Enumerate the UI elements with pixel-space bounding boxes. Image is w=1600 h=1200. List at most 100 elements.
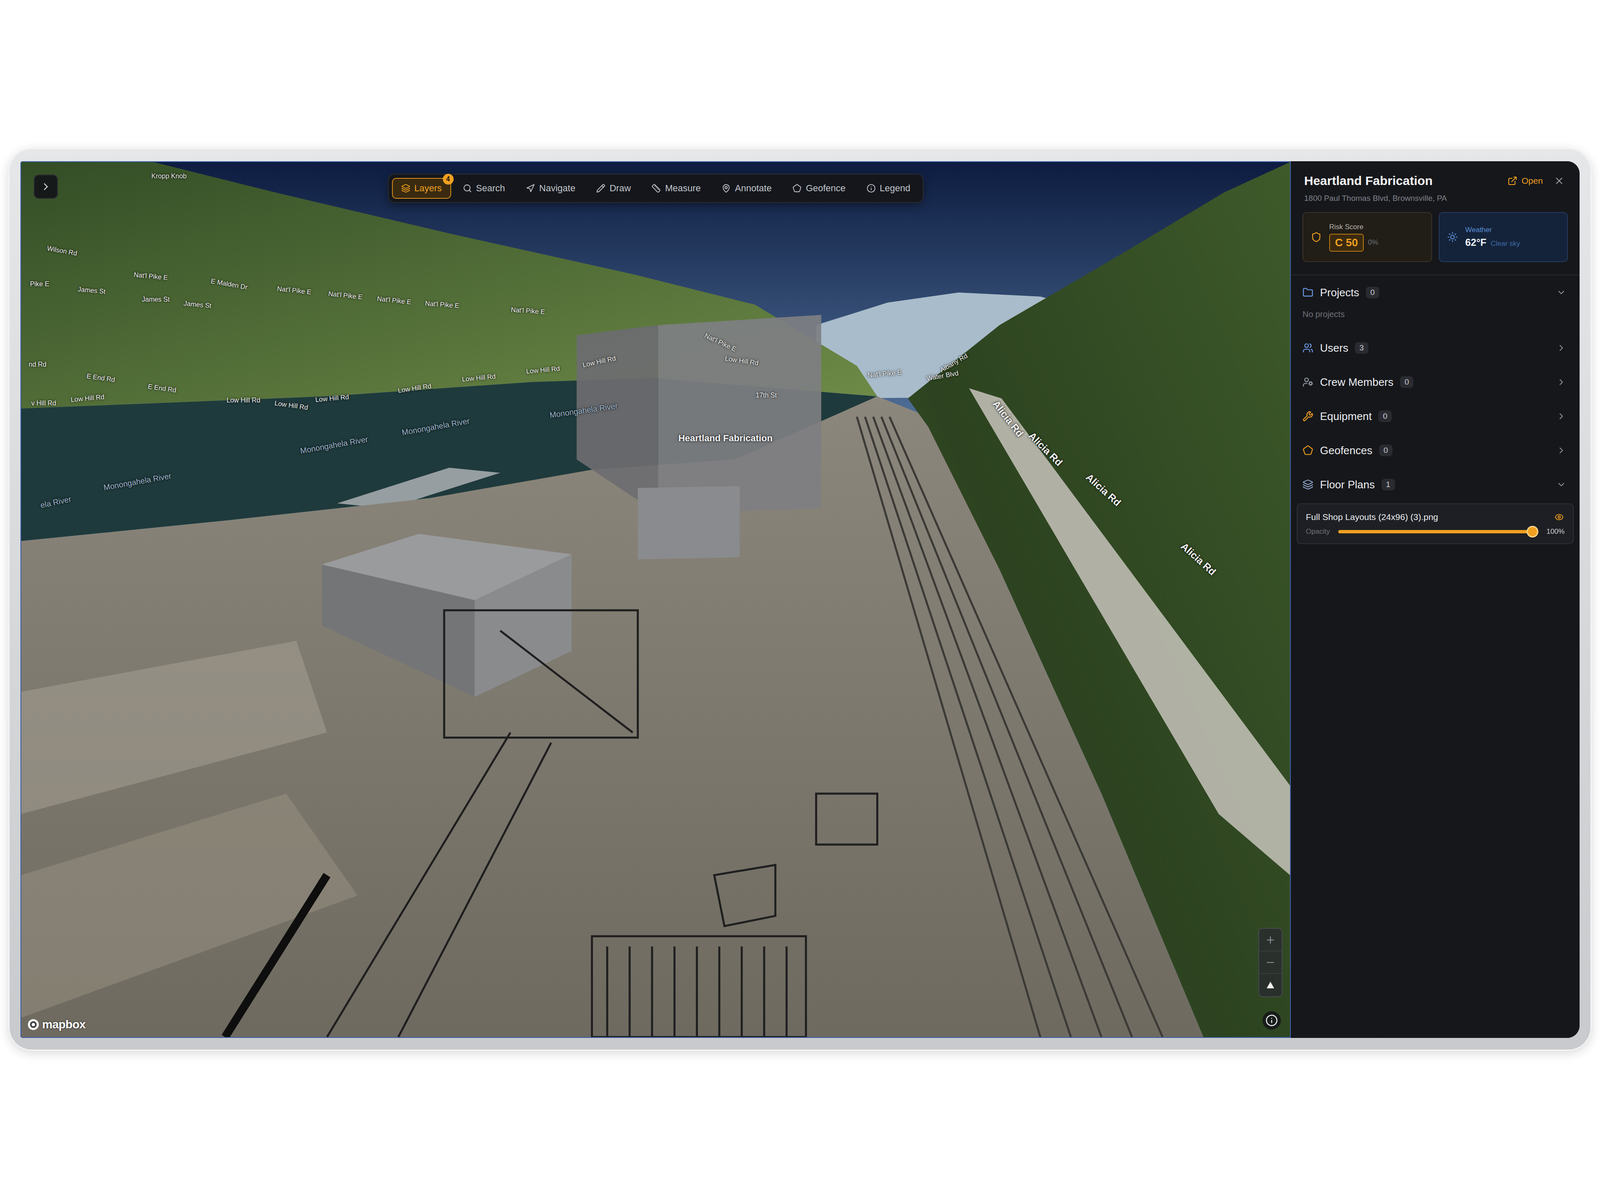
- map-label: Monongahela River: [549, 401, 619, 420]
- map-label: E Malden Dr: [210, 277, 249, 292]
- temperature: 62°F: [1465, 236, 1487, 249]
- mapbox-logo: mapbox: [27, 1017, 86, 1032]
- section-header[interactable]: Geofences0: [1290, 433, 1580, 468]
- floor-plan-list: Full Shop Layouts (24x96) (3).png Opacity…: [1290, 501, 1580, 553]
- map-label: 17th St: [755, 391, 778, 400]
- chevron-down-icon: [1556, 287, 1567, 298]
- map-label: nd Rd: [28, 361, 47, 369]
- opacity-label: Opacity: [1305, 527, 1330, 536]
- summary-cards: Risk ScoreC 500%Weather62°FClear sky: [1290, 202, 1580, 276]
- slider-thumb[interactable]: [1526, 525, 1539, 538]
- weather-condition: Clear sky: [1490, 239, 1520, 248]
- tool-icon: [866, 183, 876, 193]
- map-label: Monongahela River: [102, 471, 173, 493]
- tool-icon: [462, 183, 472, 193]
- count-badge: 0: [1379, 444, 1393, 457]
- map-label: Monongahela River: [299, 435, 369, 456]
- map-label: Alicia Rd: [990, 398, 1026, 439]
- toolbar-button[interactable]: Measure: [642, 177, 710, 199]
- toolbar-button[interactable]: Draw: [587, 177, 640, 199]
- section-label: Crew Members: [1320, 375, 1394, 389]
- mapbox-icon: [27, 1018, 40, 1031]
- map-label: Low Hill Rd: [226, 396, 261, 405]
- chevron-right-icon: [1556, 411, 1567, 422]
- map-label: James St: [141, 295, 170, 304]
- section-list: Projects0No projectsUsers3Crew Members0E…: [1290, 275, 1580, 553]
- count-badge: 0: [1378, 410, 1392, 423]
- toolbar-button[interactable]: Navigate: [516, 177, 585, 199]
- risk-card: Risk ScoreC 500%: [1302, 212, 1433, 263]
- map-label: Nat'l Pike E: [510, 305, 545, 316]
- map-label: Low Hill Rd: [274, 399, 309, 412]
- section-header[interactable]: Projects0: [1290, 275, 1580, 310]
- panel-section: Floor Plans1Full Shop Layouts (24x96) (3…: [1290, 467, 1580, 553]
- map-label: Nat'l Pike E: [133, 270, 168, 282]
- map-label: Nat'l Pike E: [867, 368, 902, 380]
- compass-button[interactable]: [1259, 973, 1282, 997]
- map-terrain[interactable]: [21, 162, 1290, 1038]
- visibility-button[interactable]: [1553, 511, 1565, 523]
- opacity-slider[interactable]: [1338, 530, 1539, 534]
- section-icon: [1302, 342, 1314, 354]
- section-icon: [1302, 287, 1314, 298]
- close-button[interactable]: [1552, 173, 1567, 188]
- map-label: Low Hill Rd: [461, 372, 496, 384]
- zoom-out-button[interactable]: [1259, 951, 1282, 974]
- weather-card: Weather62°FClear sky: [1438, 212, 1569, 263]
- map-label: Alicia Rd: [1083, 471, 1123, 509]
- map-label: James St: [77, 285, 106, 295]
- toolbar-button[interactable]: Layers4: [391, 177, 451, 199]
- panel-section: Projects0No projects: [1290, 275, 1580, 331]
- panel-section: Geofences0: [1290, 433, 1580, 468]
- map-label: Low Hill Rd: [70, 393, 105, 404]
- floor-plan-name: Full Shop Layouts (24x96) (3).png: [1305, 512, 1549, 523]
- external-link-icon: [1507, 175, 1518, 186]
- chevron-right-icon: [1556, 377, 1567, 388]
- section-header[interactable]: Users3: [1290, 330, 1580, 365]
- toolbar-button[interactable]: Legend: [857, 177, 920, 199]
- section-header[interactable]: Crew Members 0: [1290, 365, 1580, 400]
- risk-label: Risk Score: [1329, 222, 1379, 232]
- toolbar-button[interactable]: Annotate: [712, 177, 781, 199]
- site-title: Heartland Fabrication: [1304, 173, 1499, 188]
- map-label: Nat'l Pike E: [327, 290, 363, 301]
- section-label: Users: [1320, 341, 1349, 355]
- section-icon: [1302, 376, 1314, 388]
- slider-fill: [1338, 530, 1539, 534]
- toolbar-button[interactable]: Geofence: [783, 177, 855, 199]
- screen: Heartland Fabrication Monongahela River Mo…: [20, 161, 1580, 1038]
- map-label: Alicia Rd: [1026, 430, 1065, 469]
- chevron-right-icon: [1556, 342, 1567, 353]
- sun-icon: [1447, 231, 1458, 243]
- section-label: Equipment: [1320, 410, 1372, 423]
- panel-section: Crew Members 0: [1290, 365, 1580, 400]
- shield-icon: [1310, 231, 1322, 243]
- tool-icon: [721, 183, 731, 193]
- section-header[interactable]: Equipment 0: [1290, 399, 1580, 434]
- map-label: Low Hill Rd: [724, 354, 760, 367]
- map-label: E End Rd: [86, 372, 116, 384]
- map-label: ela River: [39, 495, 73, 510]
- section-header[interactable]: Floor Plans1: [1290, 467, 1580, 502]
- minus-icon: [1265, 957, 1276, 968]
- map-label: Pike E: [30, 280, 50, 289]
- title-row: Heartland Fabrication Open: [1304, 173, 1567, 188]
- map-label: Kropp Knob: [151, 172, 187, 180]
- site-panel: Heartland Fabrication Open 1800 Paul Thoma…: [1290, 161, 1580, 1038]
- count-badge: 0: [1400, 376, 1414, 388]
- count-badge: 1: [1381, 478, 1395, 491]
- risk-grade: C 50: [1329, 233, 1364, 252]
- map-label: Low Hill Rd: [581, 354, 617, 369]
- site-address: 1800 Paul Thomas Blvd, Brownsville, PA: [1304, 193, 1567, 203]
- section-icon: [1302, 410, 1314, 422]
- toolbar-button[interactable]: Search: [453, 177, 515, 199]
- info-button[interactable]: [1262, 1011, 1281, 1030]
- map-view[interactable]: Heartland FabricationMonongahela RiverMo…: [20, 161, 1291, 1038]
- map-label: Nat'l Pike E: [424, 300, 460, 310]
- compass-icon: [1266, 981, 1275, 989]
- info-icon: [1265, 1014, 1278, 1027]
- zoom-in-button[interactable]: [1259, 928, 1282, 952]
- expand-button[interactable]: [33, 174, 58, 199]
- map-label: Low Hill Rd: [315, 393, 350, 404]
- open-button[interactable]: Open: [1505, 174, 1546, 188]
